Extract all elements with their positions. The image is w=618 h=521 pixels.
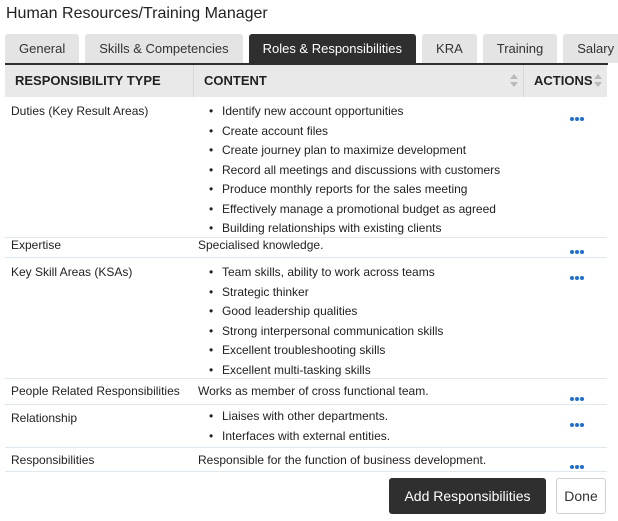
table-row: Relationship Liaises with other departme…: [5, 405, 607, 448]
responsibility-type: Relationship: [11, 411, 78, 425]
list-item: Effectively manage a promotional budget …: [209, 200, 500, 220]
list-item: Strategic thinker: [209, 283, 443, 303]
tab-skills-competencies[interactable]: Skills & Competencies: [85, 34, 243, 63]
responsibility-type: Duties (Key Result Areas): [11, 104, 149, 118]
column-header-content[interactable]: CONTENT: [193, 65, 523, 97]
more-actions-icon[interactable]: [570, 390, 586, 401]
more-actions-icon[interactable]: [570, 416, 586, 427]
content-list: Identify new account opportunities Creat…: [209, 102, 500, 239]
responsibility-type: People Related Responsibilities: [11, 384, 180, 398]
list-item: Interfaces with external entities.: [209, 427, 390, 447]
list-item: Create account files: [209, 122, 500, 142]
column-header-actions[interactable]: ACTIONS: [523, 65, 607, 97]
more-actions-icon[interactable]: [570, 458, 586, 469]
tab-general[interactable]: General: [5, 34, 80, 63]
table-row: Duties (Key Result Areas) Identify new a…: [5, 97, 607, 238]
done-button[interactable]: Done: [556, 478, 606, 514]
add-responsibilities-button[interactable]: Add Responsibilities: [389, 478, 546, 514]
list-item: Excellent troubleshooting skills: [209, 341, 443, 361]
table-header: RESPONSIBILITY TYPE CONTENT ACTIONS: [5, 65, 607, 97]
list-item: Building relationships with existing cli…: [209, 219, 500, 239]
content-list: Liaises with other departments. Interfac…: [209, 407, 390, 446]
content-text: Works as member of cross functional team…: [198, 384, 429, 398]
tab-roles-responsibilities[interactable]: Roles & Responsibilities: [248, 34, 417, 63]
column-header-responsibility-type: RESPONSIBILITY TYPE: [15, 73, 161, 88]
table-row: Responsibilities Responsible for the fun…: [5, 448, 607, 472]
list-item: Strong interpersonal communication skill…: [209, 322, 443, 342]
content-text: Responsible for the function of business…: [198, 453, 487, 467]
list-item: Team skills, ability to work across team…: [209, 263, 443, 283]
list-item: Produce monthly reports for the sales me…: [209, 180, 500, 200]
tab-training[interactable]: Training: [482, 34, 558, 63]
more-actions-icon[interactable]: [570, 243, 586, 254]
table-row: People Related Responsibilities Works as…: [5, 379, 607, 405]
content-text: Specialised knowledge.: [198, 238, 324, 252]
table-row: Key Skill Areas (KSAs) Team skills, abil…: [5, 258, 607, 380]
responsibility-type: Key Skill Areas (KSAs): [11, 265, 133, 279]
tab-salary[interactable]: Salary: [563, 34, 618, 63]
more-actions-icon[interactable]: [570, 110, 586, 121]
list-item: Excellent multi-tasking skills: [209, 361, 443, 381]
list-item: Create journey plan to maximize developm…: [209, 141, 500, 161]
list-item: Liaises with other departments.: [209, 407, 390, 427]
responsibility-type: Expertise: [11, 238, 62, 252]
sort-icon[interactable]: [510, 73, 518, 89]
more-actions-icon[interactable]: [570, 269, 586, 280]
sort-icon[interactable]: [594, 73, 602, 89]
list-item: Identify new account opportunities: [209, 102, 500, 122]
tab-bar: General Skills & Competencies Roles & Re…: [5, 34, 618, 64]
responsibility-type: Responsibilities: [11, 453, 95, 467]
list-item: Good leadership qualities: [209, 302, 443, 322]
list-item: Record all meetings and discussions with…: [209, 161, 500, 181]
page-title: Human Resources/Training Manager: [6, 5, 268, 22]
content-list: Team skills, ability to work across team…: [209, 263, 443, 380]
column-header-content-label: CONTENT: [204, 73, 267, 88]
tab-kra[interactable]: KRA: [422, 34, 477, 63]
table-row: Expertise Specialised knowledge.: [5, 237, 607, 258]
column-header-actions-label: ACTIONS: [534, 73, 593, 88]
